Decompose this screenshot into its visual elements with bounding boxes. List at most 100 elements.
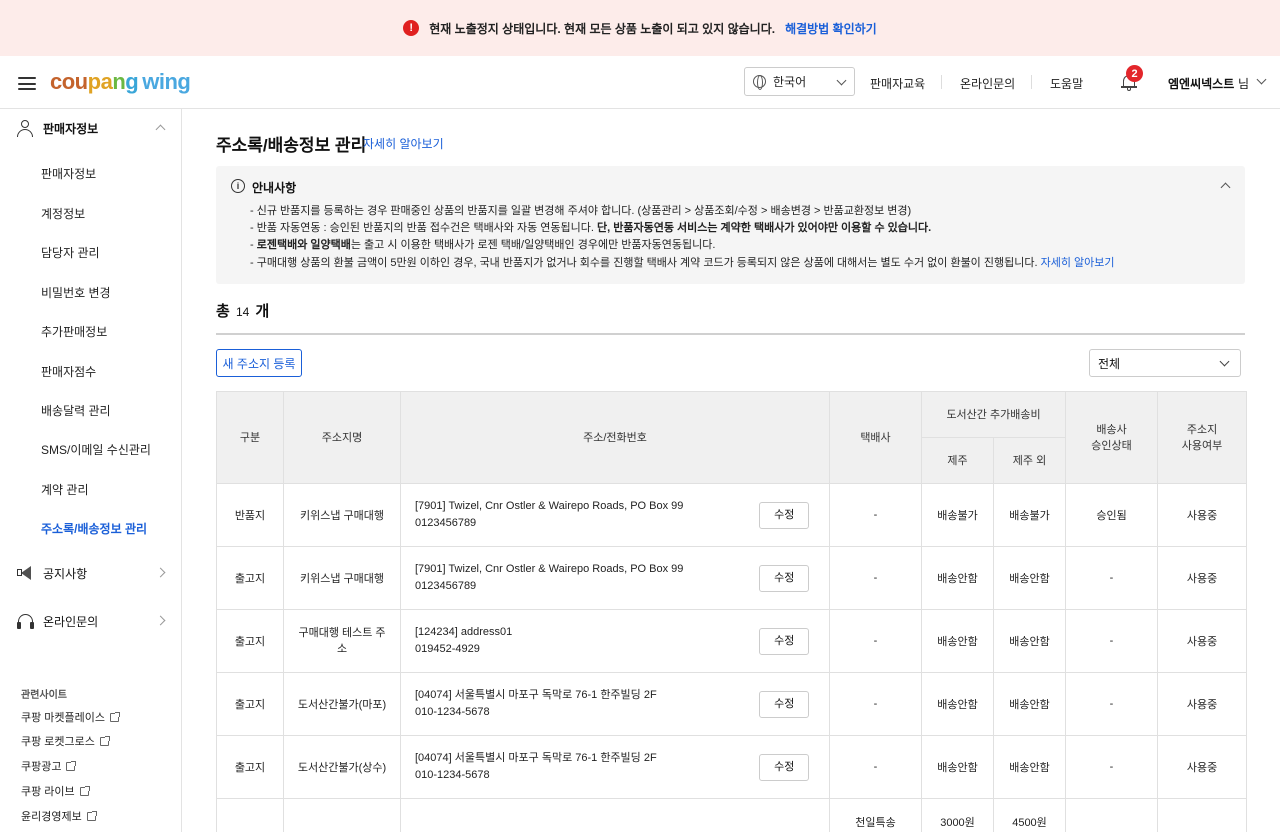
cell-name: 도서산간불가(마포) [283, 672, 401, 736]
table-row: 출고지 도서산간불가(상수) [04074] 서울특별시 마포구 독막로 76-… [216, 735, 1248, 799]
nav-seller-education[interactable]: 판매자교육 [870, 75, 925, 92]
notice-line: - 반품 자동연동 : 승인된 반품지의 반품 접수건은 택배사와 자동 연동됩… [250, 222, 932, 234]
cell-usage: 사용중 [1157, 546, 1248, 610]
cell-jeju: 3000원 [921, 798, 994, 832]
cell-usage: 사용중 [1157, 672, 1248, 736]
table-row: 출고지 구매대행 테스트 주소 [124234] address01 019452… [216, 609, 1248, 673]
address-type-filter[interactable]: 전체 [1089, 349, 1241, 377]
nav-divider [941, 75, 942, 89]
col-courier: 택배사 [829, 391, 922, 484]
learn-more-link[interactable]: 자세히 알아보기 [363, 135, 444, 152]
nav-help[interactable]: 도움말 [1050, 75, 1083, 92]
external-link-icon [99, 735, 110, 746]
new-address-button[interactable]: 새 주소지 등록 [216, 349, 302, 377]
user-name[interactable]: 엠엔씨넥스트 [1168, 75, 1234, 92]
notice-learn-more-link[interactable]: 자세히 알아보기 [1041, 257, 1115, 269]
external-link-icon [86, 810, 97, 821]
sidebar-group-inquiry[interactable]: 온라인문의 [0, 603, 182, 639]
sidebar-group-notice[interactable]: 공지사항 [0, 555, 182, 591]
megaphone-icon [17, 566, 33, 580]
chevron-up-icon[interactable] [1220, 182, 1231, 193]
edit-button[interactable]: 수정 [759, 690, 810, 718]
cell-edit: 수정 [739, 483, 830, 547]
sidebar-group-seller-info[interactable]: 판매자정보 [0, 110, 182, 146]
cell-jeju: 배송불가 [921, 483, 994, 547]
sidebar-item-extra-info[interactable]: 추가판매정보 [41, 323, 107, 340]
cell-approval: 승인됨 [1065, 483, 1159, 547]
sidebar-item-delivery-calendar[interactable]: 배송달력 관리 [41, 402, 111, 419]
related-link-ads[interactable]: 쿠팡광고 [21, 758, 77, 774]
language-select[interactable]: 한국어 [744, 67, 855, 96]
cell-approval: - [1065, 672, 1159, 736]
sidebar-item-password[interactable]: 비밀번호 변경 [41, 284, 111, 301]
sidebar-item-address-book[interactable]: 주소록/배송정보 관리 [41, 520, 147, 537]
cell-address: [04074] 서울특별시 마포구 독막로 76-1 한주빌딩 2F 010-12… [400, 672, 740, 736]
cell-usage [1157, 798, 1248, 832]
notice-line: - 신규 반품지를 등록하는 경우 판매중인 상품의 반품지를 일괄 변경해 주… [250, 205, 912, 217]
cell-jeju: 배송안함 [921, 546, 994, 610]
sidebar-item-account-info[interactable]: 계정정보 [41, 205, 85, 222]
sidebar-item-seller-info[interactable]: 판매자정보 [41, 165, 96, 182]
cell-approval: - [1065, 546, 1159, 610]
cell-name: 구매대행 테스트 주소 [283, 609, 401, 673]
chevron-right-icon [155, 615, 166, 626]
related-sites-title: 관련사이트 [21, 690, 67, 701]
cell-edit: 수정 [739, 609, 830, 673]
cell-name [283, 798, 401, 832]
banner-solution-link[interactable]: 해결방법 확인하기 [785, 20, 877, 37]
col-approval: 배송사 승인상태 [1065, 391, 1159, 484]
cell-address: [04074] 서울특별시 마포구 독막로 76-1 한주빌딩 2F 010-12… [400, 735, 740, 799]
edit-button[interactable]: 수정 [759, 564, 810, 592]
edit-button[interactable]: 수정 [759, 753, 810, 781]
notice-line: - 로젠택배와 일양택배는 출고 시 이용한 택배사가 로젠 택배/일양택배인 … [250, 239, 716, 251]
cell-type [216, 798, 284, 832]
address-table: 구분 주소지명 주소/전화번호 택배사 도서산간 추가배송비 배송사 승인상태 주… [216, 391, 1248, 832]
divider [216, 333, 1245, 335]
cell-non-jeju: 배송불가 [992, 483, 1067, 547]
chevron-down-icon[interactable] [1256, 74, 1267, 85]
cell-jeju: 배송안함 [921, 672, 994, 736]
cell-type: 반품지 [216, 483, 284, 547]
sidebar-item-manager[interactable]: 담당자 관리 [41, 244, 100, 261]
alert-banner: ! 현재 노출정지 상태입니다. 현재 모든 상품 노출이 되고 있지 않습니다… [0, 0, 1280, 56]
main-content: 주소록/배송정보 관리 자세히 알아보기 i 안내사항 - 신규 반품지를 등록… [183, 109, 1280, 832]
cell-usage: 사용중 [1157, 609, 1248, 673]
top-header: coupang wing 한국어 판매자교육 온라인문의 도움말 2 엠엔씨넥스트… [0, 56, 1280, 109]
related-link-rocket-growth[interactable]: 쿠팡 로켓그로스 [21, 733, 110, 749]
cell-name: 키위스냅 구매대행 [283, 483, 401, 547]
cell-address [400, 798, 740, 832]
notification-badge: 2 [1126, 65, 1143, 82]
cell-jeju: 배송안함 [921, 609, 994, 673]
col-usage: 주소지 사용여부 [1157, 391, 1248, 484]
user-suffix: 님 [1238, 77, 1250, 91]
cell-non-jeju: 4500원 [992, 798, 1067, 832]
related-link-marketplace[interactable]: 쿠팡 마켓플레이스 [21, 709, 121, 725]
filter-value: 전체 [1098, 356, 1121, 371]
chevron-up-icon [155, 124, 166, 135]
notice-line: - 구매대행 상품의 환불 금액이 5만원 이하인 경우, 국내 반품지가 없거… [250, 257, 1115, 269]
related-link-ethics[interactable]: 윤리경영제보 [21, 808, 97, 824]
sidebar-item-sms-email[interactable]: SMS/이메일 수신관리 [41, 441, 151, 458]
cell-courier: 천일특송 [829, 798, 922, 832]
related-link-live[interactable]: 쿠팡 라이브 [21, 783, 90, 799]
edit-button[interactable]: 수정 [759, 501, 810, 529]
menu-icon[interactable] [18, 77, 36, 90]
table-row: 천일특송 3000원 4500원 [216, 798, 1248, 832]
sidebar-item-contract[interactable]: 계약 관리 [41, 481, 89, 498]
edit-button[interactable]: 수정 [759, 627, 810, 655]
globe-icon [753, 74, 766, 90]
cell-non-jeju: 배송안함 [992, 672, 1067, 736]
cell-courier: - [829, 546, 922, 610]
cell-type: 출고지 [216, 735, 284, 799]
cell-usage: 사용중 [1157, 735, 1248, 799]
table-row: 출고지 키위스냅 구매대행 [7901] Twizel, Cnr Ostler … [216, 546, 1248, 610]
cell-non-jeju: 배송안함 [992, 609, 1067, 673]
sidebar-item-seller-score[interactable]: 판매자점수 [41, 363, 96, 380]
cell-edit: 수정 [739, 546, 830, 610]
sidebar-group-label: 판매자정보 [43, 121, 99, 136]
cell-type: 출고지 [216, 672, 284, 736]
chevron-down-icon [1219, 356, 1230, 367]
nav-online-inquiry[interactable]: 온라인문의 [960, 75, 1015, 92]
coupang-wing-logo[interactable]: coupang wing [50, 69, 191, 95]
language-value: 한국어 [773, 75, 807, 89]
